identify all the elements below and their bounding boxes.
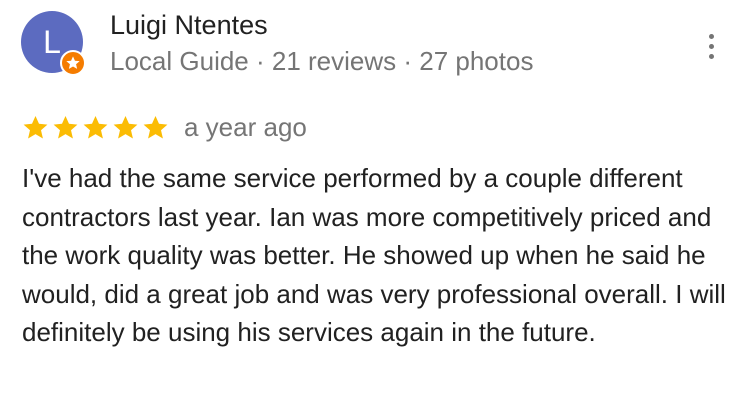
more-vertical-icon (709, 44, 714, 49)
local-guide-badge-icon (60, 50, 86, 76)
more-vertical-icon (709, 34, 714, 39)
reviewer-meta: Local Guide · 21 reviews · 27 photos (110, 46, 534, 76)
review-date: a year ago (184, 112, 307, 142)
star-icon (53, 116, 78, 139)
more-vertical-icon (709, 54, 714, 59)
star-icon (113, 116, 138, 139)
avatar-initial: L (43, 24, 61, 60)
reviewer-name[interactable]: Luigi Ntentes (110, 10, 268, 41)
star-icon (83, 116, 108, 139)
review-text: I've had the same service performed by a… (22, 163, 726, 347)
rating-row: a year ago (22, 112, 307, 146)
more-options-button[interactable] (698, 30, 726, 64)
star-rating (22, 116, 172, 139)
star-icon (143, 116, 168, 139)
star-icon (23, 116, 48, 139)
review-card: L Luigi Ntentes Local Guide · 21 reviews… (0, 0, 746, 418)
